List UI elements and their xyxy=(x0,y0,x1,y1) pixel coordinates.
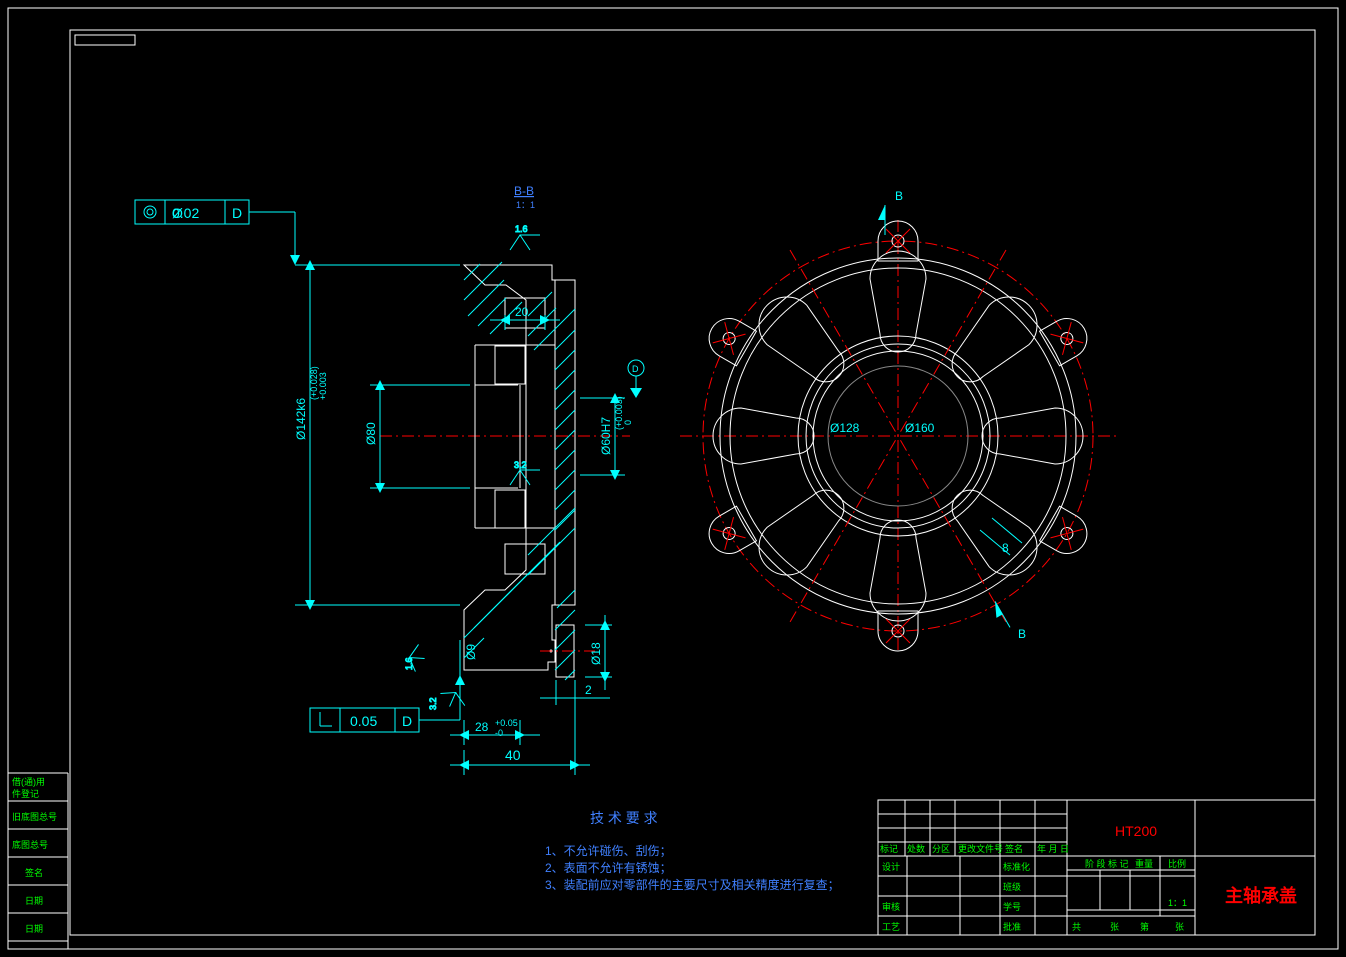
svg-text:D: D xyxy=(632,364,639,374)
svg-text:年 月 日: 年 月 日 xyxy=(1037,843,1069,854)
svg-text:Ø: Ø xyxy=(172,205,183,221)
svg-text:40: 40 xyxy=(505,747,521,763)
svg-text:件登记: 件登记 xyxy=(12,788,39,799)
surface-finish: 1.6 3.2 1.6 3.2 xyxy=(404,224,540,713)
svg-text:Ø60H7: Ø60H7 xyxy=(599,417,613,455)
dimensions-left: Ø142k6 (+0.028) +0.003 Ø80 Ø60H7 (+0.003… xyxy=(294,260,633,775)
svg-text:签名: 签名 xyxy=(25,867,43,878)
svg-text:批准: 批准 xyxy=(1003,921,1021,932)
svg-text:第: 第 xyxy=(1140,921,1149,932)
svg-text:旧底图总号: 旧底图总号 xyxy=(12,811,57,822)
fcf-perpendicularity: 0.05 D xyxy=(310,675,465,732)
svg-text:B: B xyxy=(895,189,903,203)
title-block: HT200 主轴承盖 1：1 标记 处数 分区 更改文件号 签名 年 月 日 设… xyxy=(878,800,1315,935)
svg-text:Ø160: Ø160 xyxy=(905,421,935,435)
svg-text:日期: 日期 xyxy=(25,924,43,934)
drawing-sheet: B-B 1：1 0.02 Ø D 0.05 D xyxy=(0,0,1346,957)
svg-text:签名: 签名 xyxy=(1005,843,1023,854)
svg-text:1：1: 1：1 xyxy=(516,200,535,210)
svg-text:工艺: 工艺 xyxy=(882,922,900,932)
svg-text:D: D xyxy=(402,713,412,729)
svg-text:标准化: 标准化 xyxy=(1003,861,1030,872)
svg-text:20: 20 xyxy=(515,305,529,319)
svg-text:审核: 审核 xyxy=(882,901,900,912)
svg-text:借(通)用: 借(通)用 xyxy=(12,776,45,787)
svg-text:1.6: 1.6 xyxy=(404,657,414,670)
frame-tab xyxy=(75,35,135,45)
revision-block: 借(通)用 件登记 旧底图总号 底图总号 签名 日期 日期 xyxy=(8,773,68,949)
svg-text:日期: 日期 xyxy=(25,896,43,906)
svg-text:8: 8 xyxy=(1002,541,1009,555)
svg-text:Ø9: Ø9 xyxy=(464,644,478,660)
outer-frame xyxy=(8,8,1338,949)
svg-text:Ø128: Ø128 xyxy=(830,421,860,435)
svg-text:1.6: 1.6 xyxy=(515,224,528,234)
svg-text:共: 共 xyxy=(1072,922,1081,932)
svg-text:1、不允许碰伤、刮伤；: 1、不允许碰伤、刮伤； xyxy=(545,843,672,858)
svg-text:张: 张 xyxy=(1110,922,1119,932)
svg-text:B-B: B-B xyxy=(514,184,534,198)
svg-text:0.05: 0.05 xyxy=(350,713,377,729)
view-label: B-B 1：1 xyxy=(514,184,535,210)
svg-text:比例: 比例 xyxy=(1168,858,1186,869)
svg-text:3、装配前应对零部件的主要尺寸及相关精度进行复查；: 3、装配前应对零部件的主要尺寸及相关精度进行复查； xyxy=(545,877,840,892)
svg-text:3.2: 3.2 xyxy=(428,697,438,710)
svg-text:主轴承盖: 主轴承盖 xyxy=(1225,885,1297,906)
svg-text:底图总号: 底图总号 xyxy=(12,839,48,850)
svg-text:0: 0 xyxy=(623,420,633,425)
tech-requirements: 技 术 要 求 1、不允许碰伤、刮伤； 2、表面不允许有锈蚀； 3、装配前应对零… xyxy=(545,810,840,892)
svg-text:学号: 学号 xyxy=(1003,901,1021,912)
svg-text:Ø18: Ø18 xyxy=(589,642,603,665)
svg-text:张: 张 xyxy=(1175,922,1184,932)
svg-text:技 术 要 求: 技 术 要 求 xyxy=(590,810,658,826)
svg-text:阶 段 标 记: 阶 段 标 记 xyxy=(1085,858,1129,869)
svg-text:Ø142k6: Ø142k6 xyxy=(294,398,308,440)
svg-text:分区: 分区 xyxy=(932,844,950,854)
svg-text:班级: 班级 xyxy=(1003,881,1021,892)
front-view: Ø128 Ø160 8 B B xyxy=(680,189,1120,651)
fcf-concentricity: 0.02 Ø D xyxy=(135,200,300,265)
svg-text:2: 2 xyxy=(585,683,592,697)
svg-text:重量: 重量 xyxy=(1135,858,1153,869)
svg-text:处数: 处数 xyxy=(907,843,925,854)
svg-text:3.2: 3.2 xyxy=(514,460,527,470)
svg-text:B: B xyxy=(1018,627,1026,641)
svg-text:2、表面不允许有锈蚀；: 2、表面不允许有锈蚀； xyxy=(545,860,672,875)
svg-text:HT200: HT200 xyxy=(1115,823,1157,839)
svg-text:1：1: 1：1 xyxy=(1168,898,1187,908)
datum-d: D xyxy=(628,360,644,398)
svg-text:+0.003: +0.003 xyxy=(318,372,328,400)
svg-text:28: 28 xyxy=(475,720,489,734)
svg-text:标记: 标记 xyxy=(880,843,898,854)
svg-text:Ø80: Ø80 xyxy=(364,422,378,445)
svg-text:更改文件号: 更改文件号 xyxy=(958,843,1003,854)
svg-text:-0: -0 xyxy=(495,728,503,738)
svg-text:+0.05: +0.05 xyxy=(495,718,518,728)
inner-frame xyxy=(70,30,1315,935)
svg-text:设计: 设计 xyxy=(882,861,900,872)
svg-text:D: D xyxy=(232,205,242,221)
